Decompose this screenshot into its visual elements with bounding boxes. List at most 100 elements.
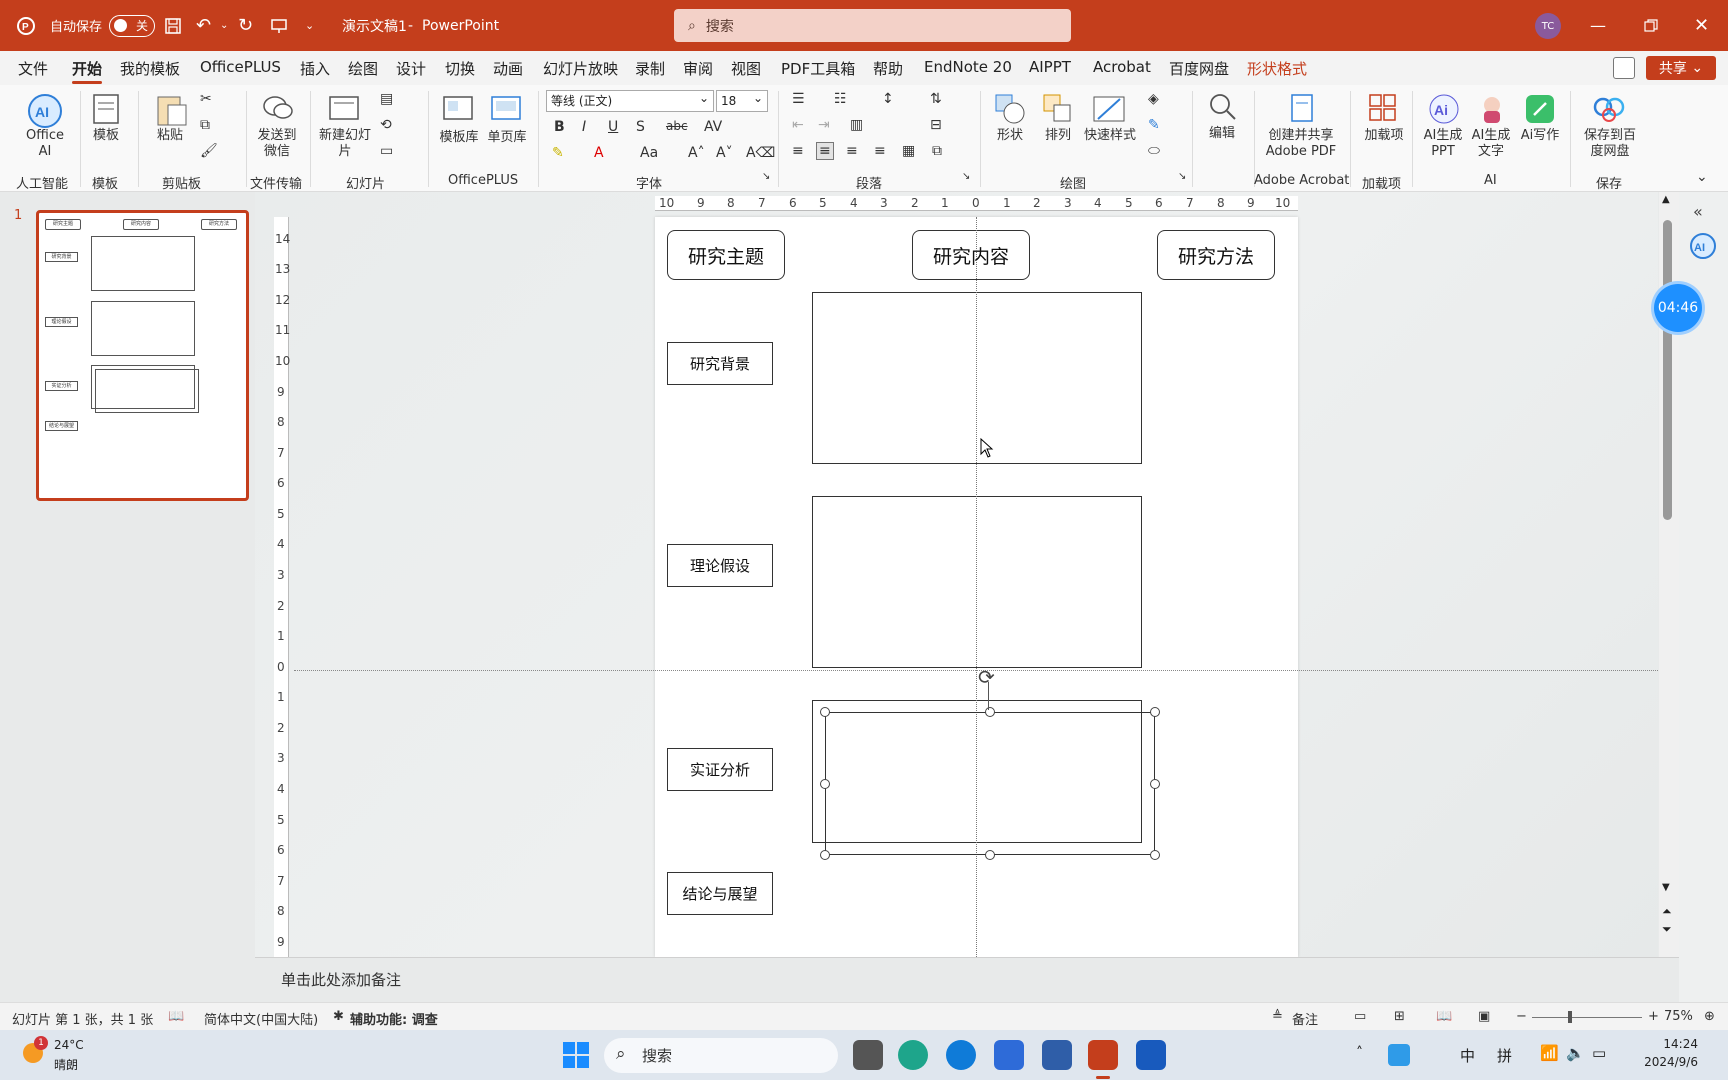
tab-insert[interactable]: 插入	[300, 58, 330, 79]
save-icon[interactable]	[164, 0, 182, 51]
smartart-icon[interactable]: ⧉	[932, 143, 942, 159]
template-icon[interactable]	[92, 93, 120, 129]
addins-icon[interactable]	[1368, 93, 1398, 127]
tab-file[interactable]: 文件	[18, 58, 48, 79]
scroll-up-icon[interactable]: ▲	[1662, 194, 1670, 205]
tab-my-templates[interactable]: 我的模板	[120, 58, 180, 79]
tab-officeplus[interactable]: OfficePLUS	[200, 58, 281, 76]
resize-handle[interactable]	[820, 850, 830, 860]
windows-start-icon[interactable]	[562, 1041, 590, 1073]
collapse-ribbon-icon[interactable]: ⌄	[1696, 169, 1708, 185]
volume-icon[interactable]: 🔈	[1566, 1044, 1585, 1062]
resize-handle[interactable]	[820, 779, 830, 789]
normal-view-icon[interactable]: ▭	[1354, 1009, 1366, 1024]
paste-button[interactable]: 粘贴	[152, 128, 188, 144]
tab-view[interactable]: 视图	[731, 58, 761, 79]
recording-timer[interactable]: 04:46	[1654, 284, 1702, 332]
undo-dropdown-icon[interactable]: ⌄	[220, 0, 228, 51]
increase-indent-icon[interactable]: ⇥	[818, 117, 830, 133]
resize-handle[interactable]	[985, 850, 995, 860]
header-research-content[interactable]: 研究内容	[912, 230, 1030, 280]
tab-acrobat[interactable]: Acrobat	[1093, 58, 1151, 76]
word-taskbar-icon[interactable]	[1136, 1040, 1166, 1070]
selected-shape[interactable]	[825, 712, 1155, 855]
tab-animations[interactable]: 动画	[493, 58, 523, 79]
shape-fill-icon[interactable]: ◈	[1148, 91, 1159, 107]
app-icon[interactable]	[1042, 1040, 1072, 1070]
tab-slideshow[interactable]: 幻灯片放映	[543, 58, 618, 79]
clock-time[interactable]: 14:24	[1638, 1037, 1698, 1051]
accessibility-status[interactable]: 辅助功能: 调查	[350, 1009, 438, 1028]
content-box-1[interactable]	[812, 292, 1142, 464]
reading-view-icon[interactable]: 📖	[1436, 1009, 1452, 1024]
find-icon[interactable]	[1206, 91, 1238, 127]
template-library-icon[interactable]	[442, 93, 474, 127]
highlight-icon[interactable]: ✎	[552, 145, 564, 161]
wechat-send-icon[interactable]	[262, 93, 294, 127]
tab-pdf-toolbox[interactable]: PDF工具箱	[781, 58, 855, 79]
align-center-icon[interactable]: ≡	[816, 142, 834, 160]
shapes-icon[interactable]	[994, 93, 1026, 129]
bold-icon[interactable]: B	[554, 119, 565, 135]
new-slide-button[interactable]: 新建幻灯片	[318, 128, 372, 160]
decrease-indent-icon[interactable]: ⇤	[792, 117, 804, 133]
taskbar-search[interactable]: ⌕ 搜索	[604, 1038, 838, 1073]
italic-icon[interactable]: I	[582, 119, 586, 135]
tab-review[interactable]: 审阅	[683, 58, 713, 79]
text-direction-icon[interactable]: ⇅	[930, 91, 942, 107]
ai-text-icon[interactable]	[1476, 93, 1508, 129]
paste-icon[interactable]	[154, 93, 188, 131]
row-label-background[interactable]: 研究背景	[667, 342, 773, 385]
notes-pane[interactable]: 单击此处添加备注	[255, 957, 1679, 1002]
ai-ppt-icon[interactable]: Ai	[1428, 93, 1460, 129]
previous-slide-icon[interactable]: ⏶	[1662, 904, 1672, 919]
office-ai-side-icon[interactable]: AI	[1689, 232, 1717, 264]
paragraph-dialog-launcher-icon[interactable]: ↘	[962, 171, 970, 182]
resize-handle[interactable]	[985, 707, 995, 717]
tab-draw[interactable]: 绘图	[348, 58, 378, 79]
fit-to-window-icon[interactable]: ⊕	[1704, 1009, 1715, 1024]
clock-date[interactable]: 2024/9/6	[1618, 1055, 1698, 1069]
bullets-icon[interactable]: ☰	[792, 91, 805, 107]
undo-icon[interactable]: ↶	[196, 0, 211, 51]
resize-handle[interactable]	[820, 707, 830, 717]
show-hidden-icons-icon[interactable]: ˄	[1356, 1045, 1363, 1061]
tab-aippt[interactable]: AIPPT	[1029, 58, 1071, 76]
baidu-netdisk-icon[interactable]	[1592, 93, 1626, 127]
file-explorer-icon[interactable]	[853, 1040, 883, 1070]
save-to-baidu-button[interactable]: 保存到百度网盘	[1578, 128, 1642, 160]
section-icon[interactable]: ▭	[380, 143, 393, 159]
grow-font-icon[interactable]: A˄	[688, 145, 705, 161]
avatar[interactable]: TC	[1535, 13, 1561, 39]
scrollbar-thumb[interactable]	[1663, 220, 1672, 520]
ai-text-button[interactable]: AI生成文字	[1468, 128, 1514, 160]
comments-button[interactable]	[1613, 57, 1635, 79]
zoom-slider[interactable]	[1532, 1017, 1642, 1018]
ai-ppt-button[interactable]: AI生成PPT	[1420, 128, 1466, 160]
tab-design[interactable]: 设计	[396, 58, 426, 79]
tab-help[interactable]: 帮助	[873, 58, 903, 79]
slide-thumbnail[interactable]: 研究主题 研究内容 研究方法 研究背景 理论假设 实证分析 结论与展望	[36, 210, 249, 501]
create-pdf-icon[interactable]	[1286, 93, 1318, 129]
tab-shape-format[interactable]: 形状格式	[1247, 58, 1307, 79]
collapse-panel-icon[interactable]: «	[1693, 202, 1703, 221]
redo-icon[interactable]: ↻	[238, 0, 253, 51]
language-status[interactable]: 简体中文(中国大陆)	[204, 1009, 318, 1028]
office-ai-icon[interactable]: AI	[27, 93, 63, 133]
autosave-toggle[interactable]: 关	[109, 0, 155, 51]
rotate-handle-icon[interactable]: ⟳	[978, 665, 995, 689]
restore-icon[interactable]	[1644, 0, 1658, 51]
new-slide-icon[interactable]	[328, 93, 362, 127]
cut-icon[interactable]: ✂	[200, 91, 212, 107]
ime-mode[interactable]: 拼	[1497, 1045, 1512, 1066]
template-library-button[interactable]: 模板库	[436, 130, 482, 146]
resize-handle[interactable]	[1150, 707, 1160, 717]
tab-record[interactable]: 录制	[635, 58, 665, 79]
single-page-library-button[interactable]: 单页库	[484, 130, 530, 146]
font-name-select[interactable]: 等线 (正文)	[546, 88, 714, 112]
arrange-button[interactable]: 排列	[1038, 128, 1078, 144]
change-case-icon[interactable]: Aa	[640, 145, 658, 161]
ai-write-button[interactable]: Ai写作	[1518, 128, 1562, 144]
header-research-topic[interactable]: 研究主题	[667, 230, 785, 280]
template-button[interactable]: 模板	[88, 128, 124, 144]
